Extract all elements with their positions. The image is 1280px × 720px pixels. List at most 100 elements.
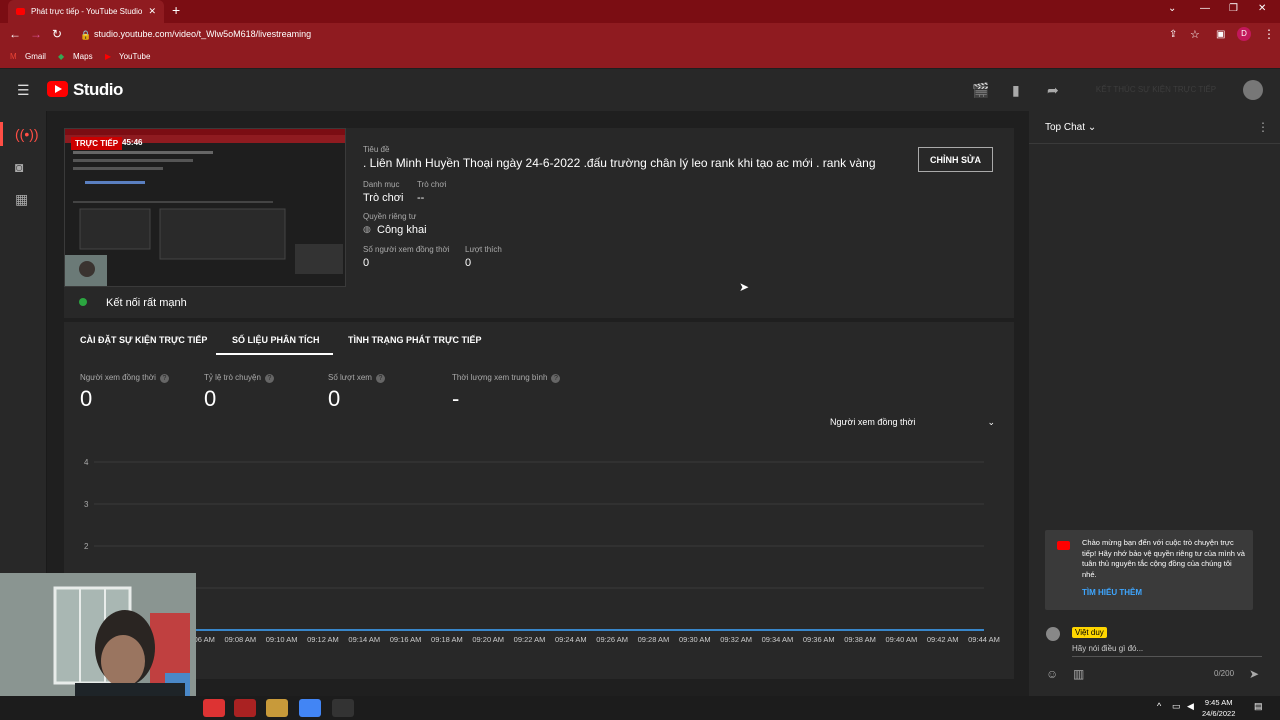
reload-icon[interactable]: ↻: [52, 27, 62, 41]
bookmark-youtube[interactable]: YouTube: [119, 52, 150, 61]
x-tick-label: 09:22 AM: [514, 635, 546, 644]
network-icon[interactable]: ▭: [1172, 701, 1181, 712]
league-icon[interactable]: [266, 699, 288, 717]
browser-tab[interactable]: Phát trực tiếp - YouTube Studio ✕: [8, 0, 164, 23]
metric-chat-rate-value: 0: [204, 386, 217, 411]
share-icon[interactable]: ⇪: [1169, 29, 1177, 40]
help-icon[interactable]: ?: [551, 374, 561, 383]
taskbar-clock[interactable]: 9:45 AM 24/6/2022: [1202, 697, 1235, 719]
chat-menu-icon[interactable]: ⋮: [1257, 120, 1269, 134]
send-icon[interactable]: ➤: [1249, 667, 1259, 681]
x-tick-label: 09:10 AM: [266, 635, 298, 644]
lock-icon: 🔒: [80, 30, 92, 40]
maximize-icon[interactable]: ❐: [1229, 3, 1238, 14]
webcam-icon[interactable]: ◙: [15, 159, 23, 175]
privacy-value: Công khai: [377, 224, 427, 236]
metric-views-value: 0: [328, 386, 341, 411]
account-avatar[interactable]: [1243, 80, 1263, 100]
mouse-cursor-icon: ➤: [739, 280, 750, 294]
learn-more-link[interactable]: TÌM HIỂU THÊM: [1082, 588, 1142, 597]
connection-status-dot: [79, 298, 87, 306]
youtube-logo-icon[interactable]: [47, 81, 68, 97]
obs-icon[interactable]: [332, 699, 354, 717]
x-tick-label: 09:44 AM: [968, 635, 1000, 644]
metric-chat-rate-label: Tỷ lệ trò chuyện?: [204, 373, 274, 383]
x-tick-label: 09:32 AM: [720, 635, 752, 644]
tab-title: Phát trực tiếp - YouTube Studio: [31, 7, 143, 16]
active-tab-indicator: [216, 353, 333, 355]
chat-mode-selector[interactable]: Top Chat ⌄: [1045, 122, 1096, 133]
gmail-icon: M: [10, 52, 17, 61]
emoji-icon[interactable]: ☺: [1046, 667, 1058, 681]
notification-icon[interactable]: ▤: [1254, 701, 1263, 712]
x-tick-label: 09:34 AM: [762, 635, 794, 644]
metric-dropdown[interactable]: Người xem đồng thời ⌄: [830, 417, 995, 427]
chat-input[interactable]: Hãy nói điều gì đó...: [1072, 644, 1143, 653]
connection-status: Kết nối rất mạnh: [106, 297, 187, 309]
bookmark-gmail[interactable]: Gmail: [25, 52, 46, 61]
chat-input-underline: [1072, 656, 1262, 657]
chat-user-avatar: [1046, 627, 1060, 641]
forward-icon[interactable]: →: [30, 27, 42, 41]
profile-avatar[interactable]: D: [1237, 27, 1251, 41]
concurrent-viewers-label: Số người xem đồng thời: [363, 245, 450, 254]
maps-icon: ◆: [58, 52, 65, 61]
browser-menu-icon[interactable]: ⋮: [1263, 27, 1275, 41]
youtube-bookmark-icon: ▶: [105, 52, 112, 61]
edit-button[interactable]: CHỈNH SỬA: [918, 147, 993, 172]
metric-avg-duration-value: -: [452, 386, 460, 411]
tab-analytics[interactable]: SỐ LIỆU PHÂN TÍCH: [232, 335, 320, 345]
youtube-favicon-icon: [16, 8, 25, 15]
app-icon-2[interactable]: [234, 699, 256, 717]
active-rail-indicator: [0, 122, 3, 146]
stream-preview[interactable]: [64, 128, 346, 287]
taskbar: [0, 696, 1280, 720]
bookmark-star-icon[interactable]: ☆: [1190, 28, 1200, 41]
likes-label: Lượt thích: [465, 245, 502, 254]
x-tick-label: 09:16 AM: [390, 635, 422, 644]
char-count: 0/200: [1214, 669, 1235, 678]
metric-avg-duration-label: Thời lượng xem trung bình?: [452, 373, 561, 383]
tray-chevron-icon[interactable]: ^: [1157, 701, 1161, 711]
metric-concurrent-value: 0: [80, 386, 93, 411]
url-field[interactable]: studio.youtube.com/video/t_Wlw5oM618/liv…: [94, 29, 311, 39]
chevron-down-icon: ⌄: [987, 417, 995, 427]
game-value: --: [417, 192, 425, 204]
chrome-icon[interactable]: [299, 699, 321, 717]
share-arrow-icon[interactable]: ➦: [1047, 82, 1059, 99]
tab-stream-health[interactable]: TÌNH TRẠNG PHÁT TRỰC TIẾP: [348, 335, 481, 345]
metric-views-label: Số lượt xem?: [328, 373, 385, 383]
studio-logo-text[interactable]: Studio: [73, 80, 123, 100]
dropdown-selected: Người xem đồng thời: [830, 417, 916, 427]
tab-search-icon[interactable]: ⌄: [1168, 3, 1176, 14]
app-icon-1[interactable]: [203, 699, 225, 717]
poll-icon[interactable]: ▥: [1073, 667, 1084, 681]
likes-value: 0: [465, 257, 472, 269]
live-stream-icon[interactable]: ((•)): [15, 126, 39, 142]
tab-event-settings[interactable]: CÀI ĐẶT SỰ KIỆN TRỰC TIẾP: [80, 335, 207, 345]
volume-icon[interactable]: ◀: [1187, 701, 1194, 712]
category-label: Danh mục: [363, 180, 400, 189]
side-panel-icon[interactable]: ▣: [1216, 29, 1225, 40]
globe-icon: ◍: [363, 224, 371, 234]
y-tick-label: 2: [84, 542, 89, 551]
x-tick-label: 09:08 AM: [224, 635, 256, 644]
help-icon[interactable]: ?: [264, 374, 274, 383]
close-tab-icon[interactable]: ✕: [148, 6, 156, 17]
bookmark-maps[interactable]: Maps: [73, 52, 93, 61]
x-tick-label: 09:12 AM: [307, 635, 339, 644]
x-tick-label: 09:38 AM: [844, 635, 876, 644]
calendar-icon[interactable]: ▦: [15, 191, 28, 208]
help-icon[interactable]: ?: [159, 374, 169, 383]
bookmark-icon[interactable]: ▮: [1012, 82, 1020, 99]
hamburger-menu-icon[interactable]: ☰: [17, 82, 30, 99]
close-window-icon[interactable]: ✕: [1258, 3, 1266, 14]
minimize-icon[interactable]: —: [1200, 3, 1210, 14]
end-stream-button[interactable]: KẾT THÚC SỰ KIỆN TRỰC TIẾP: [1085, 80, 1227, 100]
clapperboard-icon[interactable]: 🎬: [972, 82, 989, 99]
back-icon[interactable]: ←: [9, 27, 21, 41]
y-tick-label: 3: [84, 500, 89, 509]
y-tick-label: 4: [84, 458, 89, 467]
new-tab-icon[interactable]: +: [172, 2, 180, 18]
help-icon[interactable]: ?: [375, 374, 385, 383]
